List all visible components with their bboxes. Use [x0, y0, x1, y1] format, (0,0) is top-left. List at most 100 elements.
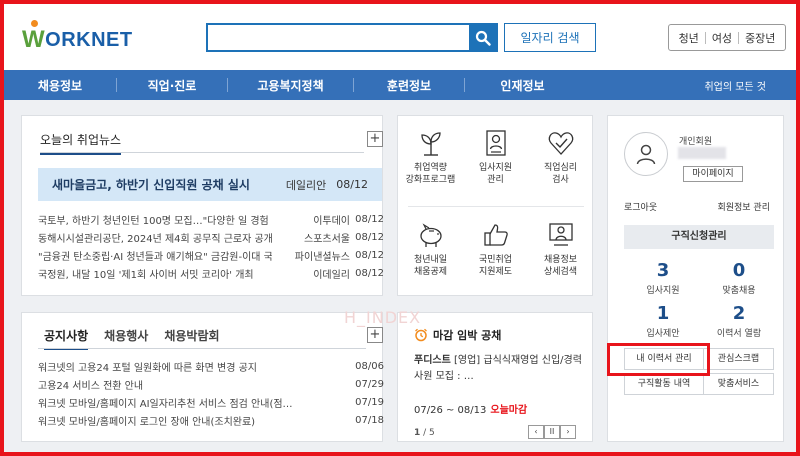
news-panel: 오늘의 취업뉴스 + 새마을금고, 하반기 신입직원 공채 실시 데일리안 08… [21, 115, 384, 296]
stat-label: 입사제안 [646, 329, 680, 339]
quick-menu-item[interactable]: 청년내일 채움공제 [398, 220, 463, 278]
deadline-job[interactable]: 푸디스트 [영업] 급식식재영업 신입/경력사원 모집 : … [414, 353, 584, 385]
nav-item-training[interactable]: 훈련정보 [354, 77, 464, 94]
stat-resume-views[interactable]: 2 이력서 열람 [704, 303, 774, 340]
quick-menu-item[interactable]: 입사지원 관리 [463, 128, 528, 186]
next-button[interactable]: › [560, 425, 576, 439]
quick-menu-divider [408, 206, 584, 207]
job-search-button[interactable]: 일자리 검색 [504, 23, 596, 52]
news-date: 08/12 [355, 231, 384, 243]
notice-list: 워크넷의 고용24 포털 일원화에 따른 화면 변경 공지 08/06 고용24 … [38, 357, 384, 429]
member-type: 개인회원 [679, 137, 713, 147]
deadline-panel: 마감 임박 공채 푸디스트 [영업] 급식식재영업 신입/경력사원 모집 : …… [397, 312, 593, 442]
audience-middle-aged[interactable]: 중장년 [739, 30, 781, 46]
scrap-button[interactable]: 관심스크랩 [703, 348, 774, 370]
quick-menu-label-line2: 강화프로그램 [405, 175, 456, 185]
quick-menu-item[interactable]: 취업역량 강화프로그램 [398, 128, 463, 186]
stat-applications[interactable]: 3 입사지원 [628, 261, 698, 297]
tab-recruit-events[interactable]: 채용행사 [104, 327, 148, 350]
pause-button[interactable]: II [544, 425, 560, 439]
alarm-clock-icon [415, 328, 427, 342]
worknet-logo[interactable]: W ORKNET [22, 20, 133, 54]
job-apply-manage-button[interactable]: 구직신청관리 [624, 225, 774, 249]
stat-value: 0 [732, 260, 746, 281]
quick-menu-label-line1: 직업심리 [543, 163, 578, 173]
job-activity-button[interactable]: 구직활동 내역 [624, 373, 704, 395]
nav-all-link[interactable]: 취업의 모든 것 [704, 78, 766, 93]
news-headline[interactable]: 새마을금고, 하반기 신입직원 공채 실시 데일리안 08/12 [38, 168, 382, 201]
list-item[interactable]: "금융권 탄소중립·AI 청년들과 얘기해요" 금감원-이대 국제 … 파이낸셜뉴… [38, 246, 384, 264]
news-list: 국토부, 하반기 청년인턴 100명 모집…"다양한 일 경험 기회 … 이투데이… [38, 210, 384, 282]
news-title: 국토부, 하반기 청년인턴 100명 모집…"다양한 일 경험 기회 … [38, 215, 272, 227]
nav-item-welfare[interactable]: 고용복지정책 [228, 77, 353, 94]
heart-check-icon [548, 132, 573, 155]
mypage-button[interactable]: 마이페이지 [683, 166, 743, 182]
tab-notice[interactable]: 공지사항 [44, 327, 89, 350]
notice-date: 07/18 [355, 414, 384, 426]
watermark: H_INDEX [344, 308, 422, 327]
logout-link[interactable]: 로그아웃 [624, 200, 657, 213]
list-item[interactable]: 워크넷의 고용24 포털 일원화에 따른 화면 변경 공지 08/06 [38, 357, 384, 375]
stat-value: 2 [732, 303, 746, 324]
quick-menu-label-line1: 국민취업 [478, 255, 513, 265]
list-item[interactable]: 동해시시설관리공단, 2024년 제4회 공무직 근로자 공개채용 스포츠서울 08… [38, 228, 384, 246]
list-item[interactable]: 워크넷 모바일/홈페이지 AI일자리추천 서비스 점검 안내(점… 07/19 [38, 393, 384, 411]
list-item[interactable]: 워크넷 모바일/홈페이지 로그인 장애 안내(조치완료) 07/18 [38, 411, 384, 429]
quick-menu-label-line1: 취업역량 [413, 163, 448, 173]
list-item[interactable]: 국토부, 하반기 청년인턴 100명 모집…"다양한 일 경험 기회 … 이투데이… [38, 210, 384, 228]
headline-title: 새마을금고, 하반기 신입직원 공채 실시 [52, 178, 250, 192]
notice-title: 워크넷 모바일/홈페이지 AI일자리추천 서비스 점검 안내(점… [38, 398, 293, 410]
quick-menu-label-line1: 입사지원 [478, 163, 513, 173]
search-icon [475, 30, 491, 46]
search-input[interactable] [208, 25, 470, 50]
main-nav: 채용정보 직업·진로 고용복지정책 훈련정보 인재정보 취업의 모든 것 [4, 70, 796, 100]
stat-matched-jobs[interactable]: 0 맞춤채용 [704, 260, 774, 297]
quick-menu-item[interactable]: 채용정보 상세검색 [528, 220, 593, 278]
news-title: 국정원, 내달 10일 '제1회 사이버 서밋 코리아' 개최 [38, 269, 254, 281]
audience-youth[interactable]: 청년 [673, 30, 705, 46]
nav-item-talent[interactable]: 인재정보 [465, 77, 580, 94]
search-box [206, 23, 498, 52]
news-title: "금융권 탄소중립·AI 청년들과 얘기해요" 금감원-이대 국제 … [38, 251, 272, 263]
pager-current: 1 [414, 428, 421, 438]
logo-text: ORKNET [45, 28, 133, 51]
audience-women[interactable]: 여성 [706, 30, 738, 46]
piggy-bank-icon [419, 223, 442, 247]
nav-item-jobs[interactable]: 채용정보 [18, 77, 102, 94]
pager-total: 5 [429, 428, 435, 438]
quick-menu-label-line2: 관리 [487, 175, 504, 185]
quick-menu-item[interactable]: 국민취업 지원제도 [463, 220, 528, 278]
stat-label: 입사지원 [646, 286, 680, 296]
news-more-button[interactable]: + [367, 131, 383, 147]
prev-button[interactable]: ‹ [528, 425, 544, 439]
news-date: 08/12 [355, 213, 384, 225]
deadline-pager: 1 / 5 [414, 428, 435, 438]
nav-item-career[interactable]: 직업·진로 [117, 77, 227, 94]
custom-service-button[interactable]: 맞춤서비스 [703, 373, 774, 395]
notice-title: 고용24 서비스 전환 안내 [38, 380, 144, 392]
search-button[interactable] [469, 24, 497, 51]
stat-offers[interactable]: 1 입사제안 [628, 304, 698, 340]
avatar [624, 132, 668, 176]
notice-title: 워크넷의 고용24 포털 일원화에 따른 화면 변경 공지 [38, 362, 257, 374]
notice-panel: 공지사항 채용행사 채용박람회 + 워크넷의 고용24 포털 일원화에 따른 화… [21, 312, 384, 442]
main-content: 오늘의 취업뉴스 + 새마을금고, 하반기 신입직원 공채 실시 데일리안 08… [4, 100, 796, 452]
member-info-link[interactable]: 회원정보 관리 [717, 200, 770, 213]
quick-menu-item[interactable]: 직업심리 검사 [528, 128, 593, 186]
stat-label: 이력서 열람 [716, 329, 762, 339]
audience-selector: 청년 여성 중장년 [668, 24, 786, 51]
blurred-username [678, 147, 726, 159]
tab-job-fairs[interactable]: 채용박람회 [164, 327, 219, 350]
deadline-status-badge: 오늘마감 [490, 405, 528, 416]
list-item[interactable]: 고용24 서비스 전환 안내 07/29 [38, 375, 384, 393]
quick-menu-label-line2: 채움공제 [413, 267, 448, 277]
notice-tabs: 공지사항 채용행사 채용박람회 [44, 327, 220, 350]
news-date: 08/12 [355, 249, 384, 261]
deadline-dates: 07/26 ~ 08/13 [414, 405, 487, 416]
quick-menu-panel: 취업역량 강화프로그램 입사지원 관리 직업심리 검사 청년내일 채움공제 국민… [397, 115, 593, 296]
deadline-company: 푸디스트 [414, 355, 451, 366]
deadline-title-text: 마감 임박 공채 [433, 329, 502, 342]
notice-more-button[interactable]: + [367, 327, 383, 343]
deadline-period: 07/26 ~ 08/13 오늘마감 [414, 401, 527, 416]
list-item[interactable]: 국정원, 내달 10일 '제1회 사이버 서밋 코리아' 개최 이데일리 08/12 [38, 264, 384, 282]
